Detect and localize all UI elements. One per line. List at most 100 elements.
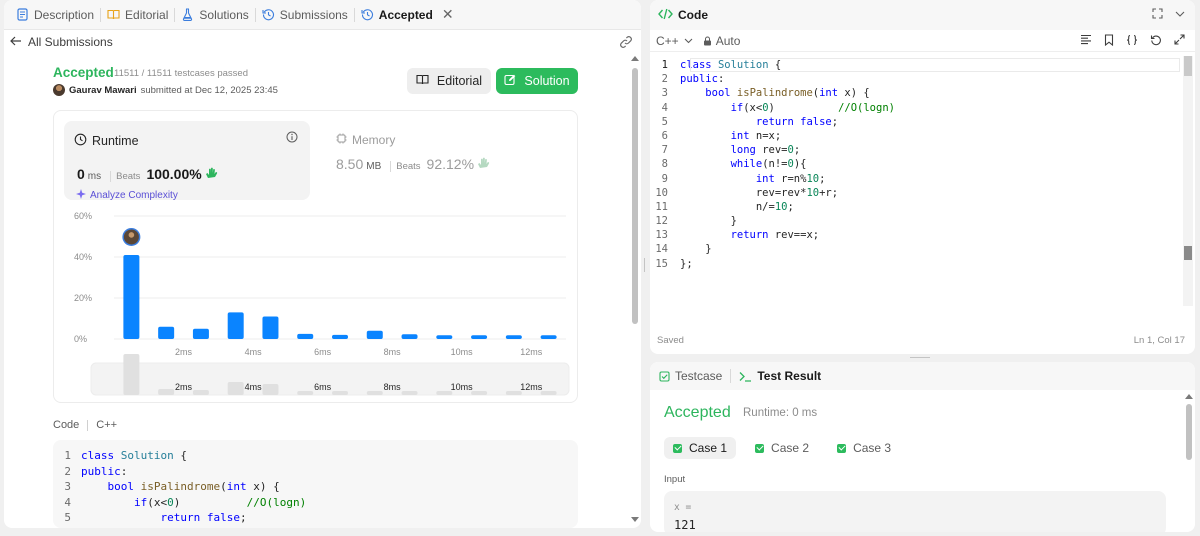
author-name[interactable]: Gaurav Mawari [69, 85, 137, 96]
runtime-card[interactable]: Runtime 0 ms Beats 100.00% Analyze Compl… [64, 121, 310, 202]
scroll-up-arrow-icon[interactable] [631, 56, 639, 61]
chart-bar [297, 333, 314, 339]
memory-value: 8.50 [336, 156, 364, 172]
minimap-tick-label: 6ms [314, 382, 332, 392]
code-language: C++ [96, 419, 118, 431]
tab-submissions[interactable]: Submissions [256, 0, 354, 29]
current-line-highlight [690, 58, 1180, 72]
code-editor[interactable]: 1 class Solution {2 public: 3 bool isPalind… [650, 58, 1180, 318]
code-line: 15}; [650, 257, 1180, 271]
chart-bar [505, 335, 522, 339]
back-to-submissions[interactable]: All Submissions [10, 33, 113, 51]
submitted-code-block[interactable]: 1 class Solution {2 public: 3 bool isPalind… [53, 440, 578, 528]
code-line: 7 long rev=0; [650, 143, 1180, 157]
tab-description[interactable]: Description [10, 0, 100, 29]
scroll-thumb[interactable] [632, 68, 638, 324]
format-icon[interactable] [1080, 34, 1092, 49]
x-tick-label: 2ms [175, 347, 193, 357]
code-line: 5 return false; [53, 510, 578, 526]
memory-title: Memory [352, 133, 396, 147]
line-number: 5 [661, 115, 668, 128]
code-line: 13 return rev==x; [650, 228, 1180, 242]
scroll-thumb[interactable] [1186, 404, 1192, 460]
clap-icon [205, 167, 218, 182]
description-icon [16, 8, 29, 21]
minimap-bar [401, 391, 418, 395]
tab-testcase[interactable]: Testcase [659, 369, 722, 383]
line-code: return false; [160, 511, 247, 524]
tab-accepted-label: Accepted [378, 7, 433, 22]
tab-accepted[interactable]: Accepted ✕ [355, 0, 460, 29]
info-icon[interactable] [286, 131, 298, 146]
flask-icon [181, 8, 194, 21]
clock-icon [74, 133, 87, 149]
code-line: 4 if(x<0) //O(logn) [650, 101, 1180, 115]
horizontal-resize-handle[interactable] [910, 356, 930, 359]
editorial-button-label: Editorial [436, 74, 483, 88]
case-label: Case 1 [689, 441, 728, 455]
minimap-bar [158, 389, 175, 395]
submission-panel: Description Editorial Solutions Submissi… [4, 0, 641, 528]
line-code: public: [680, 73, 725, 86]
language-select[interactable]: C++ [656, 34, 693, 48]
line-number: 1 [661, 59, 668, 71]
editor-scrollbar[interactable] [1183, 56, 1193, 306]
case-tab-3[interactable]: Case 3 [828, 437, 900, 459]
code-line: 2 public: [650, 72, 1180, 86]
editorial-button[interactable]: Editorial [407, 68, 491, 94]
solution-button[interactable]: Solution [496, 68, 578, 94]
lock-icon [703, 36, 711, 45]
minimap-bar [227, 382, 244, 395]
memory-header[interactable]: Memory [336, 133, 395, 147]
link-icon[interactable] [619, 35, 633, 49]
minimap-tick-label: 4ms [245, 382, 263, 392]
chart-bar [540, 335, 557, 339]
tab-test-result-label: Test Result [757, 369, 822, 383]
code-line: 10 rev=rev*10+r; [650, 186, 1180, 200]
analyze-complexity-label: Analyze Complexity [90, 190, 178, 201]
auto-mode[interactable]: Auto [703, 33, 741, 48]
vertical-resize-handle[interactable] [643, 258, 646, 272]
avatar[interactable] [53, 84, 65, 96]
line-number: 12 [655, 215, 668, 228]
chart-bar [158, 326, 175, 339]
tab-solutions-label: Solutions [199, 7, 249, 22]
expand-icon[interactable] [1174, 34, 1185, 49]
line-number: 2 [64, 464, 71, 478]
memory-value-row: 8.50 MB Beats 92.12% [336, 156, 490, 172]
scroll-thumb[interactable] [1184, 56, 1192, 76]
runtime-title: Runtime [92, 134, 139, 148]
code-panel-header: Code [650, 0, 1195, 30]
result-scrollbar[interactable] [1185, 392, 1193, 530]
maximize-icon[interactable] [1152, 8, 1163, 22]
cursor-position: Ln 1, Col 17 [1133, 335, 1185, 346]
solution-button-label: Solution [524, 74, 570, 88]
sparkle-icon [76, 189, 86, 202]
case-tab-1[interactable]: Case 1 [664, 437, 737, 459]
runtime-unit: ms [87, 171, 102, 182]
left-scrollbar[interactable] [631, 54, 639, 524]
minimap-bar [540, 391, 557, 395]
bookmark-icon[interactable] [1104, 34, 1114, 49]
chevron-down-icon[interactable] [1175, 8, 1185, 22]
line-number: 1 [64, 449, 71, 462]
tab-editorial[interactable]: Editorial [101, 0, 174, 29]
y-tick-label: 60% [74, 211, 92, 221]
close-icon[interactable]: ✕ [442, 6, 454, 23]
avatar-face [128, 232, 135, 238]
analyze-complexity-link[interactable]: Analyze Complexity [76, 189, 178, 202]
editor-toolbar: C++ Auto [650, 30, 1195, 52]
scroll-down-arrow-icon[interactable] [631, 517, 639, 522]
tab-test-result[interactable]: Test Result [739, 369, 821, 383]
auto-mode-label: Auto [715, 33, 741, 48]
testcases-passed: 11511 / 11511 testcases passed [114, 68, 248, 79]
y-tick-label: 20% [74, 293, 92, 303]
braces-icon[interactable] [1126, 34, 1138, 49]
reset-icon[interactable] [1150, 34, 1162, 49]
tab-solutions[interactable]: Solutions [175, 0, 254, 29]
case-tab-2[interactable]: Case 2 [746, 437, 818, 459]
book-icon [107, 8, 120, 21]
back-label: All Submissions [28, 35, 113, 49]
x-tick-label: 4ms [245, 347, 263, 357]
scroll-up-arrow-icon[interactable] [1185, 394, 1193, 399]
